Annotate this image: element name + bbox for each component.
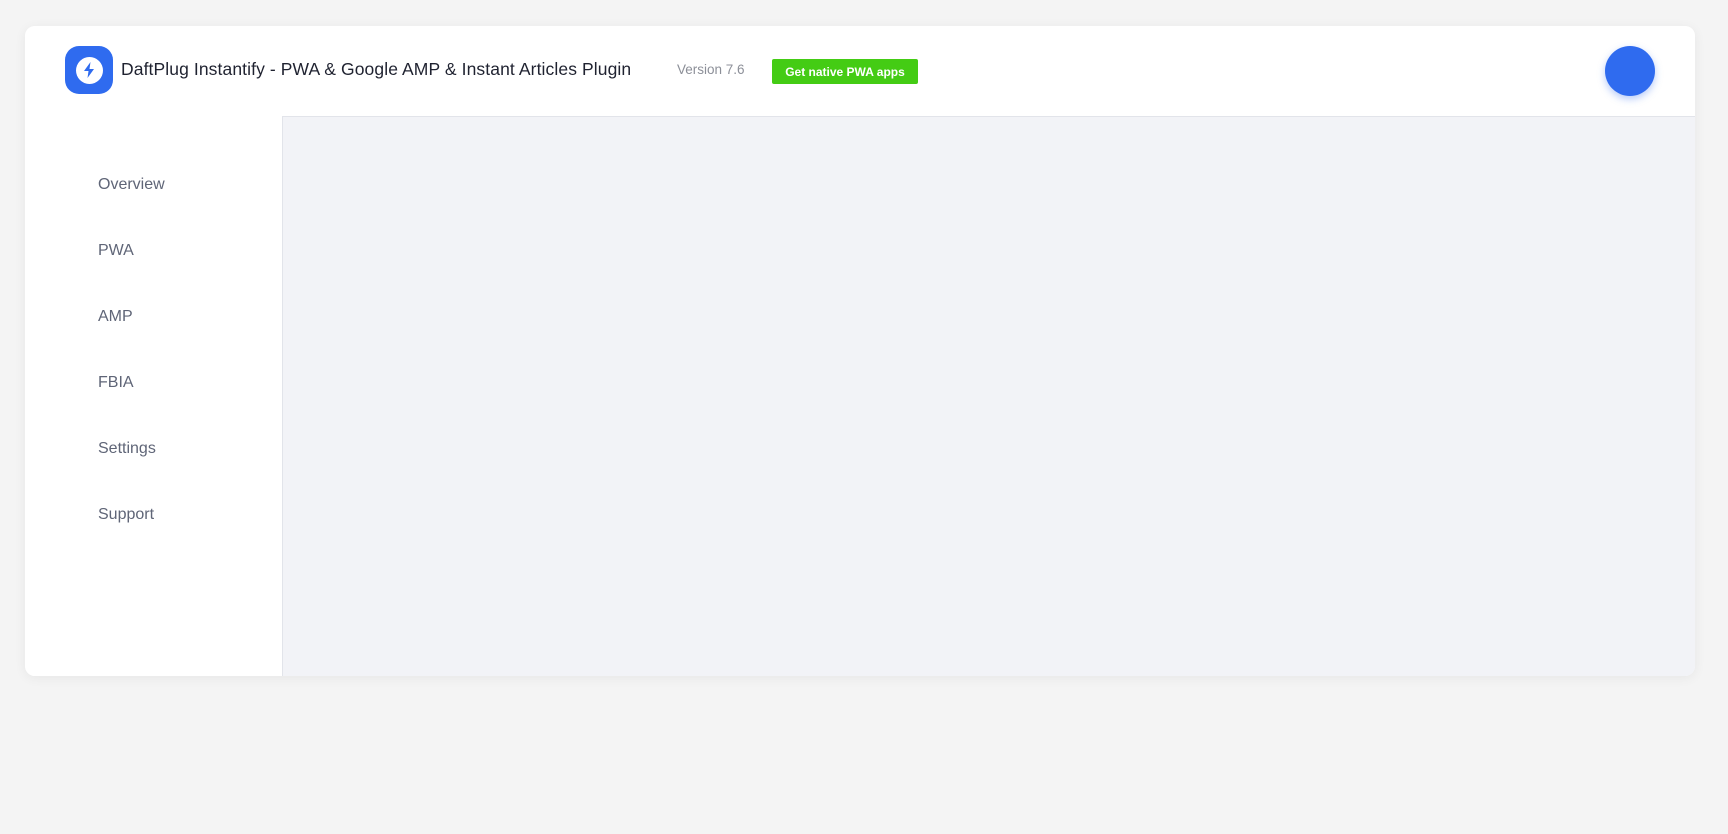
sidebar-item-settings[interactable]: Settings — [98, 440, 156, 458]
get-native-pwa-apps-button[interactable]: Get native PWA apps — [772, 59, 918, 84]
sidebar-item-pwa[interactable]: PWA — [98, 242, 134, 260]
logo-circle — [75, 56, 103, 84]
plugin-title: DaftPlug Instantify - PWA & Google AMP &… — [121, 59, 632, 79]
main-content-area — [282, 116, 1695, 676]
lightning-bolt-icon — [84, 62, 94, 78]
sidebar-item-support[interactable]: Support — [98, 506, 154, 524]
plugin-panel: DaftPlug Instantify - PWA & Google AMP &… — [25, 26, 1695, 676]
sidebar-item-overview[interactable]: Overview — [98, 176, 165, 194]
header-bar: DaftPlug Instantify - PWA & Google AMP &… — [25, 26, 1695, 116]
sidebar-nav: Overview PWA AMP FBIA Settings Support — [25, 116, 282, 676]
sidebar-item-fbia[interactable]: FBIA — [98, 374, 134, 392]
version-label: Version 7.6 — [677, 62, 745, 77]
account-avatar-button[interactable] — [1605, 46, 1655, 96]
sidebar-item-amp[interactable]: AMP — [98, 308, 133, 326]
plugin-logo — [65, 46, 113, 94]
